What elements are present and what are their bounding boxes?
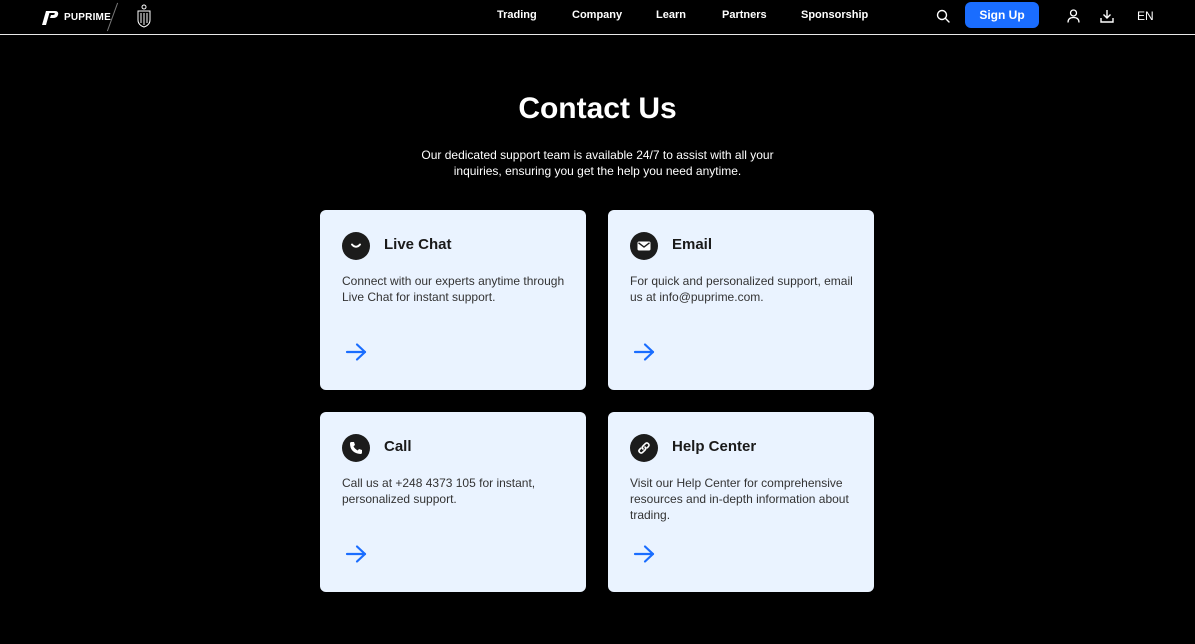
card-title: Email bbox=[672, 236, 713, 253]
link-icon bbox=[630, 434, 658, 462]
crest-icon bbox=[137, 4, 151, 28]
card-title: Live Chat bbox=[384, 236, 452, 253]
nav-partners[interactable]: Partners bbox=[722, 9, 767, 21]
search-icon[interactable] bbox=[936, 9, 950, 23]
arrow-right-icon[interactable] bbox=[632, 544, 656, 564]
contact-card-live-chat[interactable]: Live Chat Connect with our experts anyti… bbox=[320, 210, 586, 390]
nav-trading[interactable]: Trading bbox=[497, 9, 537, 21]
page-title: Contact Us bbox=[518, 92, 677, 125]
phone-icon bbox=[342, 434, 370, 462]
arrow-right-icon[interactable] bbox=[344, 342, 368, 362]
language-selector[interactable]: EN bbox=[1137, 9, 1154, 23]
nav-learn[interactable]: Learn bbox=[656, 9, 686, 21]
chat-icon bbox=[342, 232, 370, 260]
card-description: Visit our Help Center for comprehensive … bbox=[630, 476, 849, 522]
brand-name: PUPRIME bbox=[64, 11, 111, 23]
nav-company[interactable]: Company bbox=[572, 9, 622, 21]
email-icon bbox=[630, 232, 658, 260]
arrow-right-icon[interactable] bbox=[344, 544, 368, 564]
card-description: Connect with our experts anytime through… bbox=[342, 274, 565, 304]
download-icon[interactable] bbox=[1100, 9, 1114, 23]
nav-sponsorship[interactable]: Sponsorship bbox=[801, 9, 868, 21]
contact-card-help-center[interactable]: Help Center Visit our Help Center for co… bbox=[608, 412, 874, 592]
card-description: Call us at +248 4373 105 for instant, pe… bbox=[342, 476, 536, 506]
page-subtitle: Our dedicated support team is available … bbox=[421, 148, 774, 178]
contact-card-email[interactable]: Email For quick and personalized support… bbox=[608, 210, 874, 390]
card-title: Call bbox=[384, 438, 412, 455]
puprime-logo-icon bbox=[42, 11, 59, 25]
card-description: For quick and personalized support, emai… bbox=[630, 274, 853, 304]
arrow-right-icon[interactable] bbox=[632, 342, 656, 362]
brand-logo[interactable]: PUPRIME bbox=[40, 2, 151, 32]
contact-card-call[interactable]: Call Call us at +248 4373 105 for instan… bbox=[320, 412, 586, 592]
card-title: Help Center bbox=[672, 438, 757, 455]
top-navigation-bar: PUPRIME Trading Company Learn Partners S… bbox=[0, 0, 1195, 35]
sign-up-button[interactable]: Sign Up bbox=[965, 2, 1039, 28]
user-account-icon[interactable] bbox=[1067, 9, 1080, 23]
